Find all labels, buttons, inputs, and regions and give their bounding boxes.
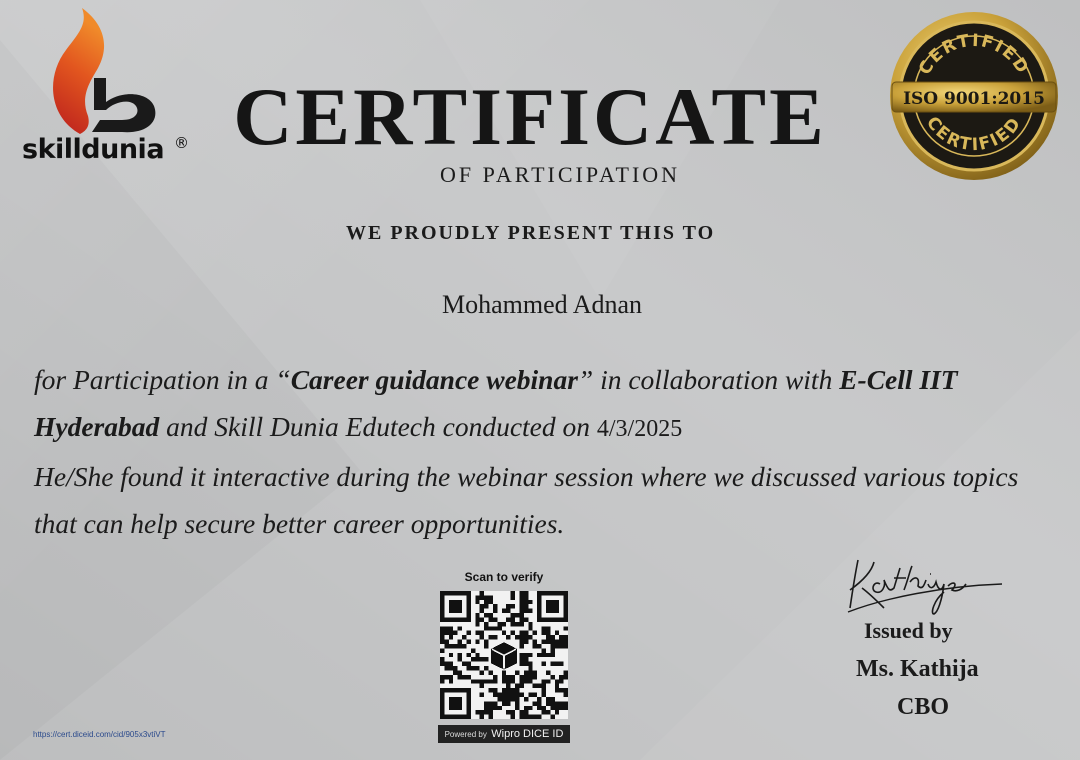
certificate-subtitle: OF PARTICIPATION [440, 162, 681, 187]
powered-label: Powered by [444, 730, 487, 739]
issuer-name: Ms. Kathija [856, 656, 979, 682]
body-text-4: He/She found it interactive during the w… [34, 461, 1019, 539]
recipient-name: Mohammed Adnan [441, 290, 643, 319]
powered-brand: Wipro DICE ID [491, 728, 564, 740]
iso-seal: CERTIFIED ISO 9001:2015 CERTIFIED [890, 12, 1058, 180]
scan-label: Scan to verify [464, 570, 544, 584]
issued-by-label: Issued by [864, 618, 953, 643]
body-text-1: for Participation in a “ [34, 364, 291, 395]
verification-qr-code[interactable] [440, 591, 568, 719]
body-text-2: ” in collaboration with [577, 364, 840, 395]
present-line: WE PROUDLY PRESENT THIS TO [346, 222, 716, 244]
certificate: skilldunia ® CERTIFICATE OF PARTICIPATIO… [0, 0, 1080, 760]
signature [847, 559, 1003, 615]
verification-url[interactable]: https://cert.diceid.com/cid/905x3vtiVT [33, 730, 166, 739]
powered-by-badge: Powered by Wipro DICE ID [438, 725, 570, 743]
certificate-body: for Participation in a “Career guidance … [34, 356, 1054, 547]
seal-center-text: ISO 9001:2015 [903, 89, 1045, 109]
event-name: Career guidance webinar [290, 364, 578, 395]
body-text-3: and Skill Dunia Edutech conducted on [159, 411, 597, 442]
event-date: 4/3/2025 [596, 416, 683, 442]
issuer-role: CBO [897, 694, 950, 720]
